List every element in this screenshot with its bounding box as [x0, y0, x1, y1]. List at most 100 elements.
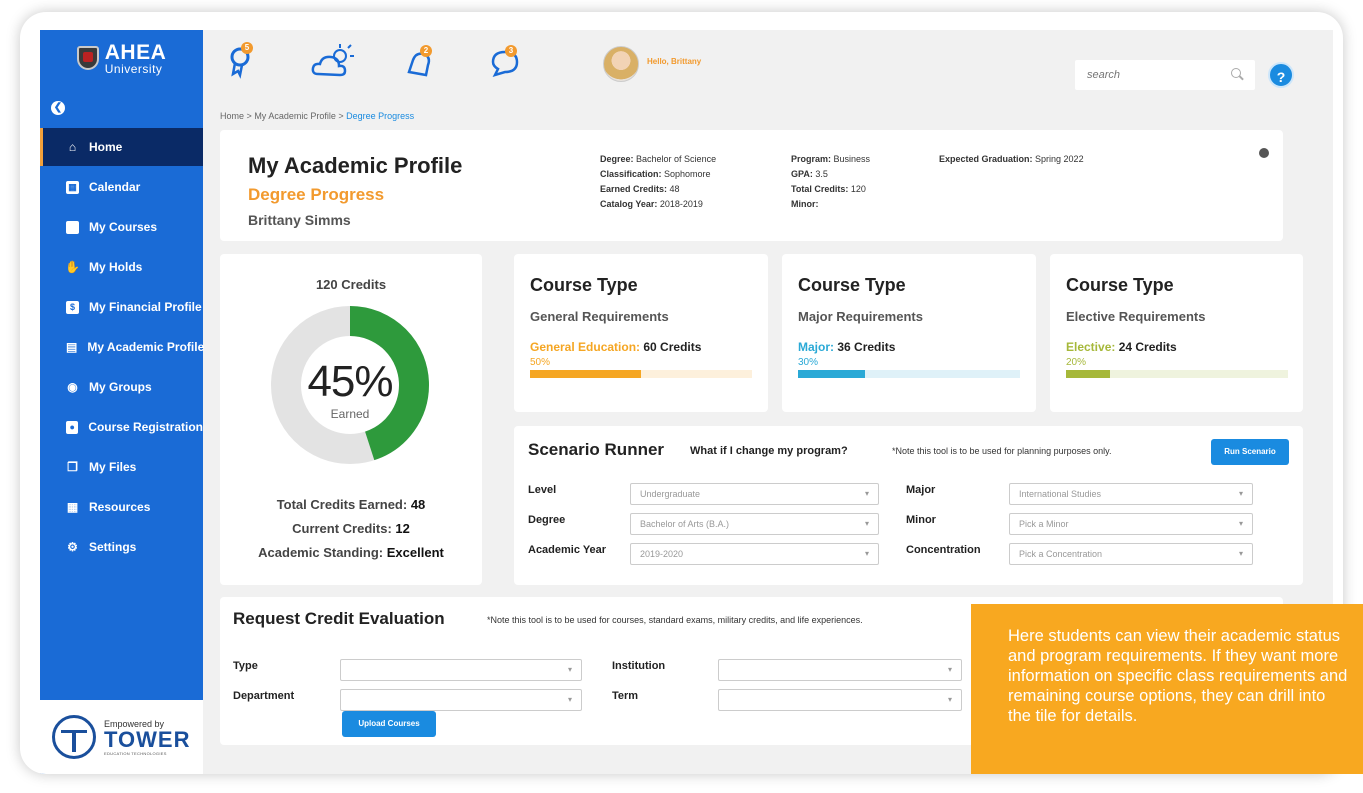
course-type-card-general[interactable]: Course Type General Requirements General…	[514, 254, 768, 412]
tower-logo-icon	[52, 715, 96, 759]
institution-select[interactable]	[718, 659, 962, 681]
total-credits-value: 120	[850, 184, 866, 194]
requirement-percent: 30%	[798, 357, 819, 368]
academic-year-label: Academic Year	[528, 544, 607, 556]
course-type-title: Course Type	[1066, 275, 1174, 295]
brand-name: AHEA	[104, 40, 167, 64]
major-select[interactable]: International Studies	[1009, 483, 1253, 505]
sidebar-item-home[interactable]: ⌂ Home	[40, 128, 203, 166]
sidebar-item-calendar[interactable]: ▦ Calendar	[40, 168, 203, 206]
home-icon: ⌂	[68, 140, 77, 154]
book-icon	[66, 220, 79, 234]
course-type-title: Course Type	[798, 275, 906, 295]
level-select[interactable]: Undergraduate	[630, 483, 879, 505]
sidebar-item-my-holds[interactable]: ✋ My Holds	[40, 248, 203, 286]
page-title: My Academic Profile	[248, 153, 463, 178]
help-button[interactable]: ?	[1268, 62, 1294, 88]
course-type-card-major[interactable]: Course Type Major Requirements Major: 36…	[782, 254, 1036, 412]
profile-details-col1: Degree: Bachelor of Science Classificati…	[600, 152, 716, 212]
course-type-subtitle: Elective Requirements	[1066, 309, 1206, 324]
classification-row: Classification: Sophomore	[600, 167, 716, 182]
scenario-runner-card: Scenario Runner What if I change my prog…	[514, 426, 1303, 585]
search-input[interactable]	[1087, 69, 1231, 81]
requirement-row: Major: 36 Credits	[798, 340, 895, 354]
profile-card: My Academic Profile Degree Progress Brit…	[220, 130, 1283, 241]
sidebar-item-label: Calendar	[89, 180, 141, 194]
sidebar-item-my-files[interactable]: ❐ My Files	[40, 448, 203, 486]
degree-row: Degree: Bachelor of Science	[600, 152, 716, 167]
term-select[interactable]	[718, 689, 962, 711]
minor-select[interactable]: Pick a Minor	[1009, 513, 1253, 535]
sidebar: AHEA University ❮ ⌂ Home ▦ Calendar My C…	[40, 30, 204, 774]
breadcrumb-home[interactable]: Home	[220, 111, 244, 121]
sidebar-item-label: Settings	[89, 540, 137, 554]
academic-year-select[interactable]: 2019-2020	[630, 543, 879, 565]
concentration-select[interactable]: Pick a Concentration	[1009, 543, 1253, 565]
gpa-row: GPA: 3.5	[791, 167, 870, 182]
expected-graduation-value: Spring 2022	[1035, 154, 1084, 164]
messages-button[interactable]: 3	[485, 42, 525, 82]
total-credits-earned-value: 48	[410, 497, 426, 512]
alerts-button[interactable]: 2	[401, 42, 441, 82]
requirement-credits: 60 Credits	[643, 340, 702, 354]
minor-label: Minor:	[791, 199, 819, 209]
institution-label: Institution	[612, 660, 666, 672]
profile-details-col2: Program: Business GPA: 3.5 Total Credits…	[791, 152, 870, 212]
level-label: Level	[528, 484, 557, 496]
total-credits-earned-label: Total Credits Earned:	[276, 497, 408, 512]
awards-badge: 5	[241, 42, 253, 54]
sidebar-item-course-registration[interactable]: ● Course Registration	[40, 408, 203, 446]
donut-percent: 45%	[307, 357, 393, 406]
credit-evaluation-title: Request Credit Evaluation	[233, 609, 445, 628]
type-select[interactable]	[340, 659, 582, 681]
breadcrumb-academic-profile[interactable]: My Academic Profile	[254, 111, 336, 121]
weather-button[interactable]	[310, 42, 354, 82]
scenario-note: *Note this tool is to be used for planni…	[892, 446, 1112, 456]
avatar[interactable]	[603, 46, 639, 82]
sidebar-item-settings[interactable]: ⚙ Settings	[40, 528, 203, 566]
upload-courses-button[interactable]: Upload Courses	[342, 711, 436, 737]
major-label: Major	[906, 484, 936, 496]
breadcrumb-current: Degree Progress	[346, 111, 415, 121]
dollar-icon: $	[66, 300, 79, 314]
search-icon[interactable]	[1231, 68, 1245, 82]
program-value: Business	[833, 154, 871, 164]
credit-evaluation-note: *Note this tool is to be used for course…	[487, 615, 863, 625]
requirement-credits: 36 Credits	[837, 340, 896, 354]
sidebar-item-my-financial-profile[interactable]: $ My Financial Profile	[40, 288, 203, 326]
type-label: Type	[233, 660, 258, 672]
degree-value: Bachelor of Science	[636, 154, 717, 164]
requirement-percent: 50%	[530, 357, 551, 368]
total-credits-earned-row: Total Credits Earned: 48	[220, 497, 482, 512]
breadcrumb-separator: >	[246, 111, 252, 121]
course-type-card-elective[interactable]: Course Type Elective Requirements Electi…	[1050, 254, 1303, 412]
catalog-year-row: Catalog Year: 2018-2019	[600, 197, 716, 212]
minor-label: Minor	[906, 514, 936, 526]
course-type-subtitle: Major Requirements	[798, 309, 923, 324]
sidebar-item-my-courses[interactable]: My Courses	[40, 208, 203, 246]
sidebar-item-my-groups[interactable]: ◉ My Groups	[40, 368, 203, 406]
sidebar-item-label: My Holds	[89, 260, 143, 274]
messages-badge: 3	[505, 45, 517, 57]
search-box[interactable]	[1075, 60, 1255, 90]
awards-button[interactable]: 5	[225, 42, 265, 82]
credits-card[interactable]: 120 Credits 45% Earned Total Credits Ear…	[220, 254, 482, 585]
progress-bar	[1066, 370, 1288, 378]
sidebar-item-my-academic-profile[interactable]: ▤ My Academic Profile	[40, 328, 204, 366]
page-subtitle: Degree Progress	[248, 185, 385, 204]
degree-label: Degree	[528, 514, 566, 526]
gear-icon[interactable]	[1259, 148, 1269, 158]
run-scenario-button[interactable]: Run Scenario	[1211, 439, 1289, 465]
resources-icon: ▦	[66, 500, 79, 514]
current-credits-label: Current Credits:	[292, 521, 392, 536]
degree-select[interactable]: Bachelor of Arts (B.A.)	[630, 513, 879, 535]
sidebar-item-resources[interactable]: ▦ Resources	[40, 488, 203, 526]
university-logo[interactable]: AHEA University	[40, 30, 203, 86]
scenario-question: What if I change my program?	[690, 445, 848, 457]
registration-icon: ●	[66, 420, 79, 434]
callout-annotation: Here students can view their academic st…	[971, 604, 1363, 774]
collapse-sidebar-icon[interactable]: ❮	[51, 101, 65, 115]
credits-donut: 45% Earned	[270, 305, 430, 465]
progress-bar	[798, 370, 1020, 378]
department-select[interactable]	[340, 689, 582, 711]
